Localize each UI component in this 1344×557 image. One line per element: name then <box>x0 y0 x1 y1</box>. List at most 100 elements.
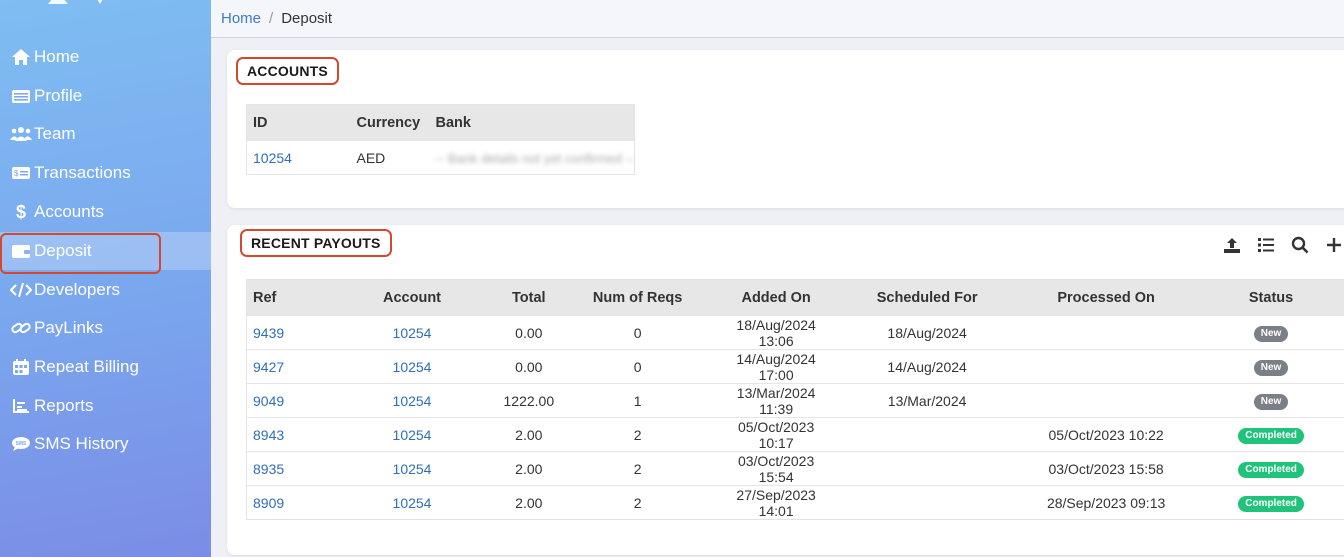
sidebar-item-label: SMS History <box>34 434 129 453</box>
column-header-num-reqs: Num of Reqs <box>592 289 683 306</box>
column-header-added-on: Added On <box>741 289 811 306</box>
sidebar-item-home[interactable]: Home <box>0 38 211 76</box>
sidebar-item-developers[interactable]: Developers <box>0 271 211 309</box>
sms-icon: SMS <box>10 435 32 453</box>
column-header-status: Status <box>1248 289 1294 306</box>
breadcrumb-home-link[interactable]: Home <box>221 10 261 27</box>
sidebar-item-label: Transactions <box>34 163 131 182</box>
transactions-icon: $ <box>10 164 32 182</box>
payout-ref-link[interactable]: 8909 <box>253 495 284 511</box>
payout-account-link[interactable]: 10254 <box>393 427 432 443</box>
table-row: 8909 10254 2.00 2 27/Sep/2023 14:01 28/S… <box>246 485 1344 520</box>
sidebar-item-repeat-billing[interactable]: Repeat Billing <box>0 348 211 386</box>
breadcrumb: Home / Deposit <box>211 0 1344 38</box>
payout-num-reqs: 0 <box>554 349 722 384</box>
payout-account-link[interactable]: 10254 <box>393 325 432 341</box>
breadcrumb-current: Deposit <box>281 10 333 27</box>
table-row: 9427 10254 0.00 0 14/Aug/2024 17:00 14/A… <box>246 349 1344 384</box>
payout-added-on: 18/Aug/2024 13:06 <box>721 315 832 350</box>
column-header-total: Total <box>512 289 546 306</box>
table-row: 8935 10254 2.00 2 03/Oct/2023 15:54 03/O… <box>246 451 1344 486</box>
status-badge: New <box>1253 326 1289 342</box>
column-header-currency: Currency <box>356 114 421 131</box>
table-row: 9049 10254 1222.00 1 13/Mar/2024 11:39 1… <box>246 383 1344 418</box>
svg-text:$: $ <box>14 169 19 178</box>
payout-ref-link[interactable]: 9427 <box>253 359 284 375</box>
column-header-id: ID <box>253 114 268 131</box>
payout-num-reqs: 0 <box>554 315 722 350</box>
payout-processed-on: 28/Sep/2023 09:13 <box>1023 485 1190 520</box>
sidebar-item-transactions[interactable]: $ Transactions <box>0 154 211 192</box>
payout-processed-on <box>1023 383 1190 418</box>
payout-scheduled-for <box>831 485 1024 520</box>
column-header-bank: Bank <box>435 114 471 131</box>
search-icon[interactable] <box>1290 235 1310 255</box>
dollar-icon: $ <box>15 201 26 222</box>
account-currency: AED <box>350 140 436 175</box>
payout-account-link[interactable]: 10254 <box>393 461 432 477</box>
sidebar-item-label: Reports <box>34 396 94 415</box>
status-badge: Completed <box>1238 462 1304 478</box>
sidebar-item-profile[interactable]: Profile <box>0 77 211 115</box>
sidebar: Home Profile Team $ Transactions $ Accou… <box>0 0 211 557</box>
payout-account-link[interactable]: 10254 <box>393 495 432 511</box>
recent-payouts-section-title: RECENT PAYOUTS <box>240 229 392 257</box>
payout-scheduled-for <box>831 417 1024 452</box>
account-bank-details: -- Bank details not yet confirmed -- <box>435 150 635 166</box>
logo-icon <box>48 0 103 4</box>
sidebar-item-paylinks[interactable]: PayLinks <box>0 309 211 347</box>
account-id-link[interactable]: 10254 <box>253 150 292 166</box>
payout-total: 2.00 <box>503 417 555 452</box>
payout-num-reqs: 2 <box>554 417 722 452</box>
chart-icon <box>10 397 32 415</box>
payout-total: 2.00 <box>503 485 555 520</box>
table-row: 10254 AED -- Bank details not yet confir… <box>246 140 635 175</box>
accounts-card: ACCOUNTS ID Currency Bank 10254 AED -- B… <box>227 50 1344 208</box>
sidebar-item-accounts[interactable]: $ Accounts <box>0 193 211 231</box>
payout-processed-on: 03/Oct/2023 15:58 <box>1023 451 1190 486</box>
code-icon <box>10 281 32 299</box>
table-row: 9439 10254 0.00 0 18/Aug/2024 13:06 18/A… <box>246 315 1344 350</box>
plus-icon[interactable] <box>1324 235 1344 255</box>
payout-ref-link[interactable]: 9049 <box>253 393 284 409</box>
payout-ref-link[interactable]: 8943 <box>253 427 284 443</box>
column-header-account: Account <box>383 289 441 306</box>
column-header-processed-on: Processed On <box>1057 289 1155 306</box>
svg-text:SMS: SMS <box>16 441 28 447</box>
payout-total: 1222.00 <box>503 383 555 418</box>
upload-icon[interactable] <box>1222 235 1242 255</box>
recent-payouts-card: RECENT PAYOUTS Ref Account Total Num of … <box>227 225 1344 555</box>
sidebar-item-label: Accounts <box>34 202 104 221</box>
payout-num-reqs: 2 <box>554 485 722 520</box>
payout-total: 0.00 <box>503 315 555 350</box>
payout-account-link[interactable]: 10254 <box>393 393 432 409</box>
sidebar-item-sms-history[interactable]: SMS SMS History <box>0 425 211 463</box>
sidebar-item-team[interactable]: Team <box>0 115 211 153</box>
payout-added-on: 27/Sep/2023 14:01 <box>721 485 832 520</box>
payout-processed-on: 05/Oct/2023 10:22 <box>1023 417 1190 452</box>
payout-ref-link[interactable]: 9439 <box>253 325 284 341</box>
payout-processed-on <box>1023 315 1190 350</box>
payout-account-link[interactable]: 10254 <box>393 359 432 375</box>
sidebar-item-label: PayLinks <box>34 318 103 337</box>
payout-scheduled-for: 14/Aug/2024 <box>831 349 1024 384</box>
column-header-scheduled-for: Scheduled For <box>876 289 978 306</box>
payout-added-on: 03/Oct/2023 15:54 <box>721 451 832 486</box>
payout-scheduled-for: 18/Aug/2024 <box>831 315 1024 350</box>
payout-scheduled-for <box>831 451 1024 486</box>
status-badge: New <box>1253 360 1289 376</box>
payout-added-on: 13/Mar/2024 11:39 <box>721 383 832 418</box>
list-icon[interactable] <box>1256 235 1276 255</box>
payout-added-on: 14/Aug/2024 17:00 <box>721 349 832 384</box>
table-row: 8943 10254 2.00 2 05/Oct/2023 10:17 05/O… <box>246 417 1344 452</box>
deposit-highlight-box <box>0 233 161 274</box>
payout-ref-link[interactable]: 8935 <box>253 461 284 477</box>
link-icon <box>10 319 32 337</box>
team-icon <box>10 125 32 143</box>
status-badge: Completed <box>1238 428 1304 444</box>
sidebar-item-label: Team <box>34 124 76 143</box>
column-header-ref: Ref <box>253 289 277 306</box>
status-badge: New <box>1253 394 1289 410</box>
payouts-table: Ref Account Total Num of Reqs Added On S… <box>246 279 1344 520</box>
sidebar-item-reports[interactable]: Reports <box>0 387 211 425</box>
